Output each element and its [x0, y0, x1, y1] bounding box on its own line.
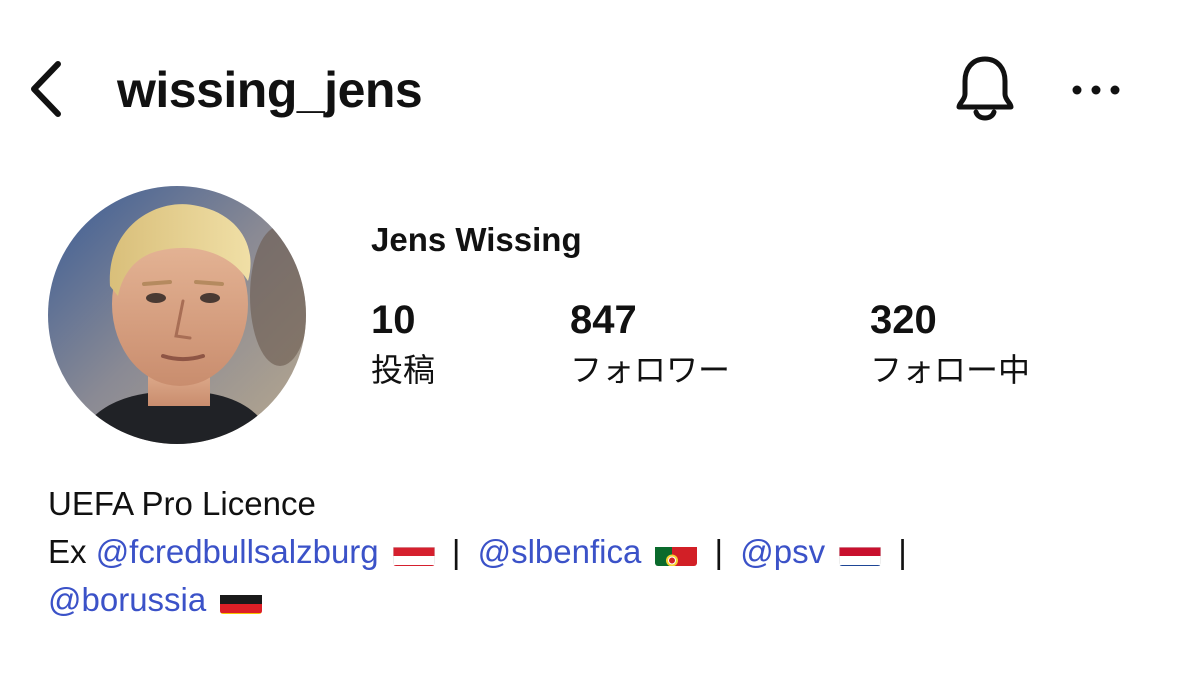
posts-count[interactable]: 10 投稿 — [371, 296, 435, 392]
profile-username: wissing_jens — [117, 62, 423, 118]
posts-count-value: 10 — [371, 298, 416, 342]
profile-avatar[interactable] — [48, 186, 306, 444]
bell-icon — [956, 56, 1014, 121]
bio-line-1: UEFA Pro Licence — [48, 485, 316, 522]
followers-count-value: 847 — [570, 298, 637, 342]
mention-borussia[interactable]: @borussia — [48, 581, 206, 618]
following-count-value: 320 — [870, 298, 937, 342]
back-button[interactable] — [22, 58, 70, 120]
followers-count[interactable]: 847 フォロワー — [570, 296, 730, 392]
mention-slbenfica[interactable]: @slbenfica — [478, 533, 642, 570]
chevron-left-icon — [31, 61, 61, 117]
austria-flag-icon — [392, 539, 435, 566]
more-options-button[interactable] — [1064, 64, 1128, 116]
profile-display-name: Jens Wissing — [371, 221, 582, 258]
more-horizontal-icon — [1072, 85, 1120, 95]
mention-psv[interactable]: @psv — [740, 533, 825, 570]
posts-count-label: 投稿 — [371, 351, 436, 389]
profile-bio: UEFA Pro Licence Ex @fcredbullsalzburg |… — [48, 480, 1139, 624]
followers-count-label: フォロワー — [570, 351, 731, 389]
bio-separator: | — [898, 533, 907, 570]
bio-line-3: @borussia — [48, 576, 1139, 624]
germany-flag-icon — [220, 587, 263, 614]
notifications-button[interactable] — [950, 52, 1020, 126]
following-count[interactable]: 320 フォロー中 — [870, 296, 1030, 392]
mention-fcredbullsalzburg[interactable]: @fcredbullsalzburg — [96, 533, 379, 570]
bio-separator: | — [714, 533, 724, 570]
netherlands-flag-icon — [839, 539, 882, 566]
bio-ex-prefix: Ex — [48, 533, 87, 570]
portugal-flag-icon — [655, 539, 698, 566]
following-count-label: フォロー中 — [870, 351, 1031, 389]
bio-line-2: Ex @fcredbullsalzburg | @slbenfica | @ps… — [48, 528, 1139, 576]
bio-separator: | — [451, 533, 461, 570]
